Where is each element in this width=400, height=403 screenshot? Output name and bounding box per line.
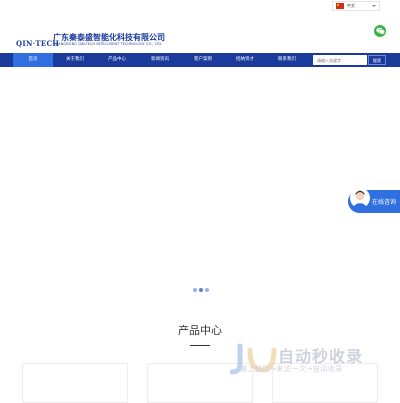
nav-item-contact[interactable]: 联系我们 [267,53,307,67]
slider-dot[interactable] [199,288,203,292]
language-label: 中文 [347,3,355,8]
nav-item-news[interactable]: 新闻资讯 [139,53,181,67]
online-consult-label: 在线咨询 [372,199,397,206]
section-title: 产品中心 [178,324,222,337]
product-card[interactable] [22,363,128,403]
wechat-icon[interactable] [374,25,386,37]
china-flag-icon [336,3,344,9]
nav-item-products[interactable]: 产品中心 [97,53,137,67]
company-name-en: GUANGDONG QIN-TECH INTELLIGENT TECHNOLOG… [53,42,163,46]
slider-dots [193,288,209,292]
nav-item-home[interactable]: 首页 [13,53,53,67]
section-divider [190,345,210,346]
nav-item-about[interactable]: 关于我们 [55,53,95,67]
nav-item-cases[interactable]: 客户案例 [182,53,224,67]
chevron-down-icon [372,5,376,7]
search-button[interactable]: 搜索 [368,55,386,65]
slider-dot[interactable] [193,288,197,292]
nav-item-careers[interactable]: 招纳贤才 [225,53,265,67]
support-agent-icon [349,187,371,213]
language-selector[interactable]: 中文 [332,1,380,11]
search-input[interactable] [313,55,367,65]
top-bar: 中文 [0,0,400,11]
slider-dot[interactable] [205,288,209,292]
watermark-subtitle: 做上链接→来访一次→自动收录 [240,365,343,373]
